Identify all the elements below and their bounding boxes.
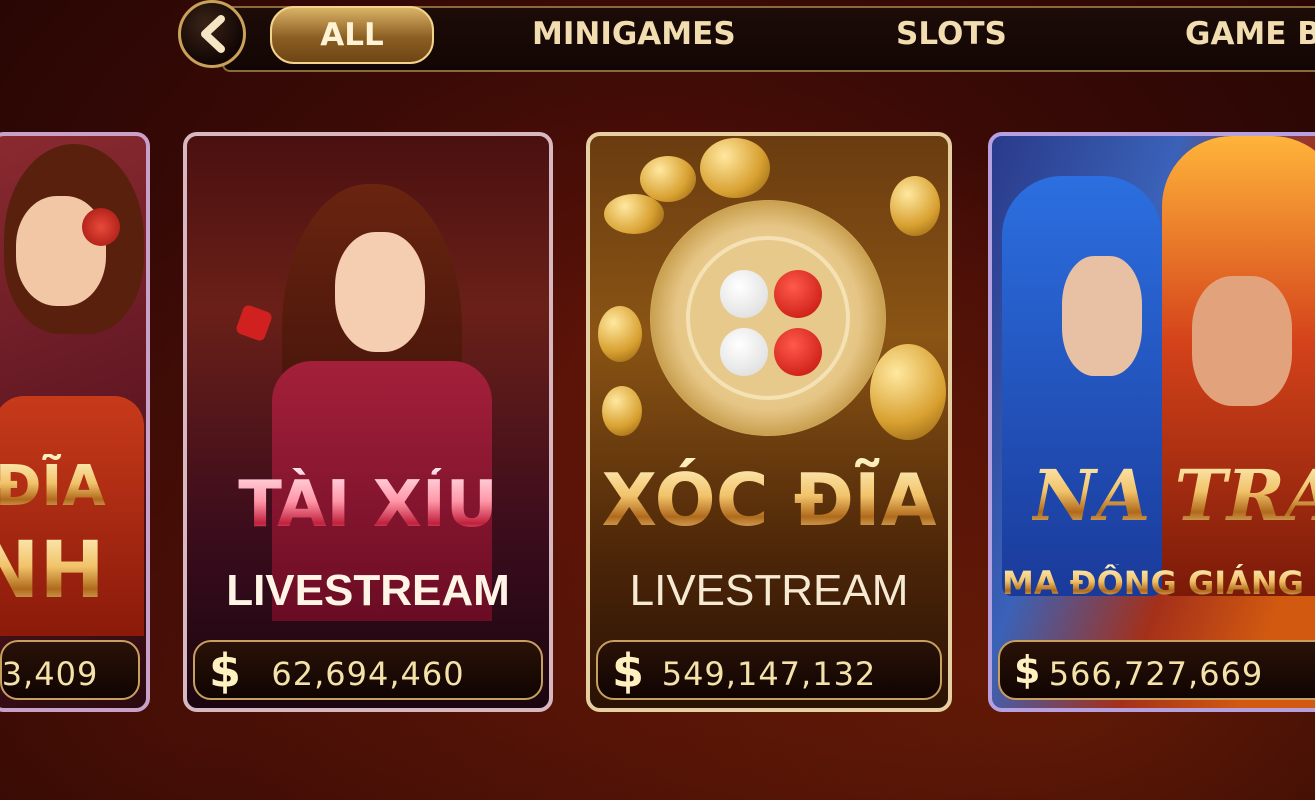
jackpot-amount: 62,694,460 — [271, 655, 465, 693]
game-title-line2: LIVESTREAM — [226, 566, 510, 615]
hero-red-face — [1192, 276, 1292, 406]
tab-slots[interactable]: SLOTS — [896, 12, 1007, 56]
coin-icon — [890, 176, 940, 236]
game-card-xoc-dia-partial[interactable]: ĐĨA INH 3,409 — [0, 132, 150, 712]
game-card-tai-xiu-livestream[interactable]: TÀI XỈU LIVESTREAM $ 62,694,460 — [183, 132, 553, 712]
game-title-line2: INH — [0, 526, 146, 616]
jackpot-amount: 566,727,669 — [1048, 655, 1264, 693]
game-title-line1: TÀI XỈU — [187, 468, 549, 542]
game-card-na-tra[interactable]: NA TRA MA ĐỒNG GIÁNG TH $ 566,727,669 — [988, 132, 1315, 712]
red-chip — [774, 270, 822, 318]
back-button[interactable] — [178, 0, 246, 68]
coin-icon — [604, 194, 664, 234]
coin-icon — [640, 156, 696, 202]
game-title-line1: ĐĨA — [0, 454, 146, 519]
tab-game-bai[interactable]: GAME B — [1185, 12, 1315, 56]
jackpot-counter: 3,409 — [0, 640, 140, 700]
jackpot-amount: 549,147,132 — [661, 655, 877, 693]
dice-icon — [234, 303, 274, 343]
coin-icon — [598, 306, 642, 362]
white-chip — [720, 270, 768, 318]
jackpot-counter: $ 566,727,669 — [998, 640, 1315, 700]
coin-icon — [602, 386, 642, 436]
game-card-xoc-dia-livestream[interactable]: XÓC ĐĨA LIVESTREAM $ 549,147,132 — [586, 132, 952, 712]
red-chip — [774, 328, 822, 376]
tab-all[interactable]: ALL — [270, 6, 434, 64]
jackpot-counter: $ 62,694,460 — [193, 640, 543, 700]
plate-center — [686, 236, 850, 400]
jackpot-amount: 3,409 — [1, 655, 99, 693]
game-title-line1: NA TRA — [1032, 454, 1315, 537]
game-title-line2: MA ĐỒNG GIÁNG TH — [1002, 564, 1315, 602]
rose-ornament — [82, 208, 120, 246]
game-title-line1: XÓC ĐĨA — [590, 458, 948, 542]
tab-minigames[interactable]: MINIGAMES — [532, 12, 736, 56]
coin-icon — [870, 344, 946, 440]
game-title-line2: LIVESTREAM — [629, 566, 909, 615]
white-chip — [720, 328, 768, 376]
hero-blue-face — [1062, 256, 1142, 376]
jackpot-counter: $ 549,147,132 — [596, 640, 942, 700]
coin-icon — [700, 138, 770, 198]
chevron-left-icon — [201, 15, 225, 53]
host-face — [335, 232, 425, 352]
